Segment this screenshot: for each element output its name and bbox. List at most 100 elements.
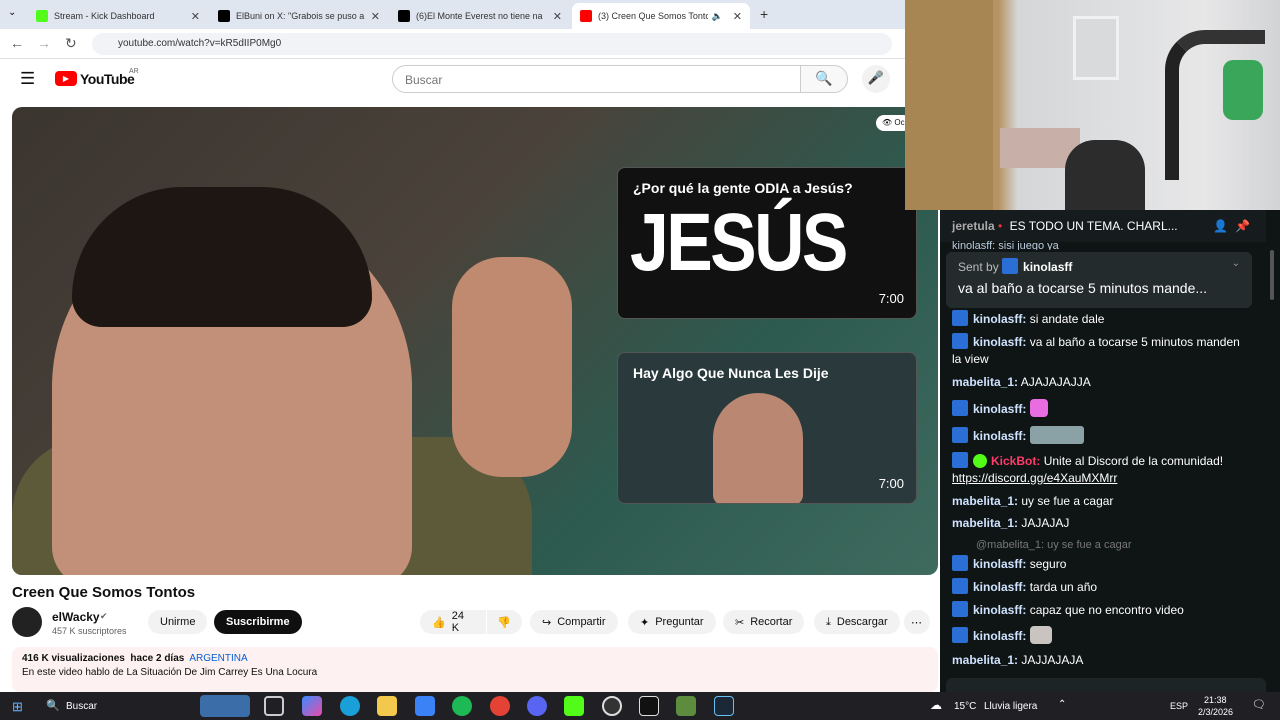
tab-kick-dashboard[interactable]: Stream - Kick Dashboard ✕ bbox=[28, 3, 208, 29]
new-tab-button[interactable]: + bbox=[760, 6, 768, 22]
chat-user[interactable]: mabelita_1: bbox=[952, 375, 1018, 389]
upload-date: hace 2 días bbox=[130, 653, 185, 664]
description-box[interactable]: 416 K visualizaciones hace 2 días ARGENT… bbox=[12, 647, 938, 692]
chat-scrollbar[interactable] bbox=[1270, 250, 1274, 300]
chat-user[interactable]: kinolasff: bbox=[973, 603, 1026, 617]
channel-name[interactable]: elWacky bbox=[52, 610, 100, 624]
chat-message: mabelita_1: JAJJAJAJA bbox=[952, 652, 1247, 669]
weather-icon: ☁ bbox=[930, 698, 942, 712]
obs-icon[interactable] bbox=[602, 696, 622, 716]
forward-icon[interactable]: → bbox=[37, 35, 51, 51]
video-player[interactable]: 👁 Oc ¿Por qué la gente ODIA a Jesús? JES… bbox=[12, 107, 938, 575]
chat-input[interactable] bbox=[946, 678, 1266, 692]
tab-list-button[interactable]: ⌄ bbox=[8, 7, 16, 18]
search-button[interactable]: 🔍 bbox=[800, 65, 848, 93]
close-icon[interactable]: ✕ bbox=[191, 10, 200, 23]
store-icon[interactable] bbox=[415, 696, 435, 716]
windows-start-icon[interactable]: ⊞ bbox=[12, 699, 23, 715]
task-view-icon[interactable] bbox=[264, 696, 284, 716]
sparkle-icon: ✦ bbox=[640, 616, 650, 629]
sent-by-box[interactable]: Sent by kinolasff va al baño a tocarse 5… bbox=[946, 252, 1252, 308]
like-button[interactable]: 👍 24 K bbox=[420, 610, 486, 634]
pin-icon[interactable]: 📌 bbox=[1235, 219, 1250, 233]
menu-icon[interactable]: ☰ bbox=[20, 69, 35, 89]
chat-user[interactable]: kinolasff: bbox=[973, 335, 1026, 349]
chat-user[interactable]: kinolasff: bbox=[973, 429, 1026, 443]
country-tag: ARGENTINA bbox=[189, 653, 248, 664]
close-icon[interactable]: ✕ bbox=[733, 10, 742, 23]
person-icon[interactable]: 👤 bbox=[1213, 219, 1228, 233]
chat-user[interactable]: mabelita_1: bbox=[952, 494, 1018, 508]
taskbar-search[interactable]: Buscar bbox=[66, 701, 97, 712]
tray-chevron-icon[interactable]: ⌃ bbox=[1058, 699, 1066, 710]
end-card-2[interactable]: Hay Algo Que Nunca Les Dije 7:00 bbox=[617, 352, 917, 504]
chat-text: AJAJAJAJJA bbox=[1020, 375, 1091, 389]
chat-user[interactable]: KickBot: bbox=[991, 454, 1040, 468]
language-indicator[interactable]: ESP bbox=[1170, 701, 1188, 711]
chat-user[interactable]: kinolasff: bbox=[973, 629, 1026, 643]
steam-icon[interactable] bbox=[714, 696, 734, 716]
url-input[interactable]: youtube.com/watch?v=kR5dIIP0Mg0 bbox=[92, 33, 892, 55]
chevron-down-icon[interactable]: ⌄ bbox=[1232, 258, 1240, 269]
close-icon[interactable]: ✕ bbox=[553, 10, 562, 23]
channel-avatar[interactable] bbox=[12, 607, 42, 637]
youtube-logo[interactable]: YouTube bbox=[80, 71, 135, 87]
weather-desc: Lluvia ligera bbox=[984, 701, 1038, 712]
chat-user[interactable]: kinolasff: bbox=[973, 557, 1026, 571]
tiktok-icon bbox=[398, 10, 410, 22]
share-button[interactable]: ↪ Compartir bbox=[530, 610, 618, 634]
youtube-logo-icon[interactable]: ▶ bbox=[55, 71, 77, 86]
bot-badge-icon bbox=[973, 454, 987, 468]
download-icon: ⤓ bbox=[826, 615, 831, 628]
tab-youtube[interactable]: (3) Creen Que Somos Tonto 🔈 ✕ bbox=[572, 3, 750, 29]
dislike-button[interactable]: 👎 bbox=[487, 610, 522, 634]
chat-text: uy se fue a cagar bbox=[1021, 494, 1114, 508]
back-icon[interactable]: ← bbox=[10, 35, 24, 51]
subscribe-button[interactable]: Suscribirme bbox=[214, 610, 302, 634]
download-button[interactable]: ⤓ Descargar bbox=[814, 610, 900, 634]
youtube-icon bbox=[580, 10, 592, 22]
discord-link[interactable]: https://discord.gg/e4XauMXMrr bbox=[952, 471, 1117, 485]
chat-message: kinolasff: capaz que no encontro video bbox=[952, 601, 1247, 619]
chat-message: kinolasff: bbox=[952, 399, 1247, 418]
search-input[interactable]: Buscar bbox=[392, 65, 801, 93]
taskbar-search-icon[interactable]: 🔍 bbox=[46, 699, 60, 712]
discord-icon[interactable] bbox=[527, 696, 547, 716]
x-icon bbox=[218, 10, 230, 22]
chrome-icon[interactable] bbox=[490, 696, 510, 716]
microphone-icon[interactable]: 🎤 bbox=[862, 65, 890, 93]
end-card-1[interactable]: ¿Por qué la gente ODIA a Jesús? JESÚS 7:… bbox=[617, 167, 917, 319]
chat-user[interactable]: kinolasff: bbox=[973, 312, 1026, 326]
copilot-icon[interactable] bbox=[302, 696, 322, 716]
weather-temp[interactable]: 15°C bbox=[954, 701, 976, 712]
kick-badge-icon bbox=[952, 333, 968, 349]
tab-tiktok[interactable]: (6)El Monte Everest no tiene na ✕ bbox=[390, 3, 570, 29]
pinned-message[interactable]: jeretula • ES TODO UN TEMA. CHARL... 👤 📌 bbox=[940, 210, 1266, 242]
clock-time[interactable]: 21:38 bbox=[1204, 695, 1227, 705]
edge-icon[interactable] bbox=[340, 696, 360, 716]
clock-date[interactable]: 2/3/2026 bbox=[1198, 707, 1233, 717]
reply-partial-text: kinolasff: sisi juego ya bbox=[952, 240, 1059, 250]
chat-link[interactable]: https://discord.gg/e4XauMXMrr bbox=[952, 470, 1247, 487]
minecraft-icon[interactable] bbox=[676, 696, 696, 716]
more-actions-button[interactable]: ⋯ bbox=[904, 610, 930, 634]
file-explorer-icon[interactable] bbox=[377, 696, 397, 716]
chat-text: capaz que no encontro video bbox=[1029, 603, 1184, 617]
chat-user[interactable]: mabelita_1: bbox=[952, 516, 1018, 530]
end-card-thumbnail-face bbox=[713, 393, 803, 503]
chat-user[interactable]: kinolasff: bbox=[973, 580, 1026, 594]
clip-button[interactable]: ✂ Recortar bbox=[723, 610, 805, 634]
chat-user[interactable]: kinolasff: bbox=[973, 402, 1026, 416]
notification-icon[interactable]: 🗨 bbox=[1252, 698, 1266, 711]
reload-icon[interactable]: ↻ bbox=[65, 35, 77, 52]
chat-panel: jeretula • ES TODO UN TEMA. CHARL... 👤 📌… bbox=[940, 210, 1280, 692]
kick-app-icon[interactable] bbox=[564, 696, 584, 716]
kick-badge-icon bbox=[952, 400, 968, 416]
tab-x[interactable]: ElBuni on X: "Grabois se puso a ✕ bbox=[210, 3, 388, 29]
join-button[interactable]: Unirme bbox=[148, 610, 208, 634]
chat-user[interactable]: mabelita_1: bbox=[952, 653, 1018, 667]
spotify-icon[interactable] bbox=[452, 696, 472, 716]
ask-button[interactable]: ✦ Preguntar bbox=[628, 610, 716, 634]
capcut-icon[interactable] bbox=[639, 696, 659, 716]
close-icon[interactable]: ✕ bbox=[371, 10, 380, 23]
